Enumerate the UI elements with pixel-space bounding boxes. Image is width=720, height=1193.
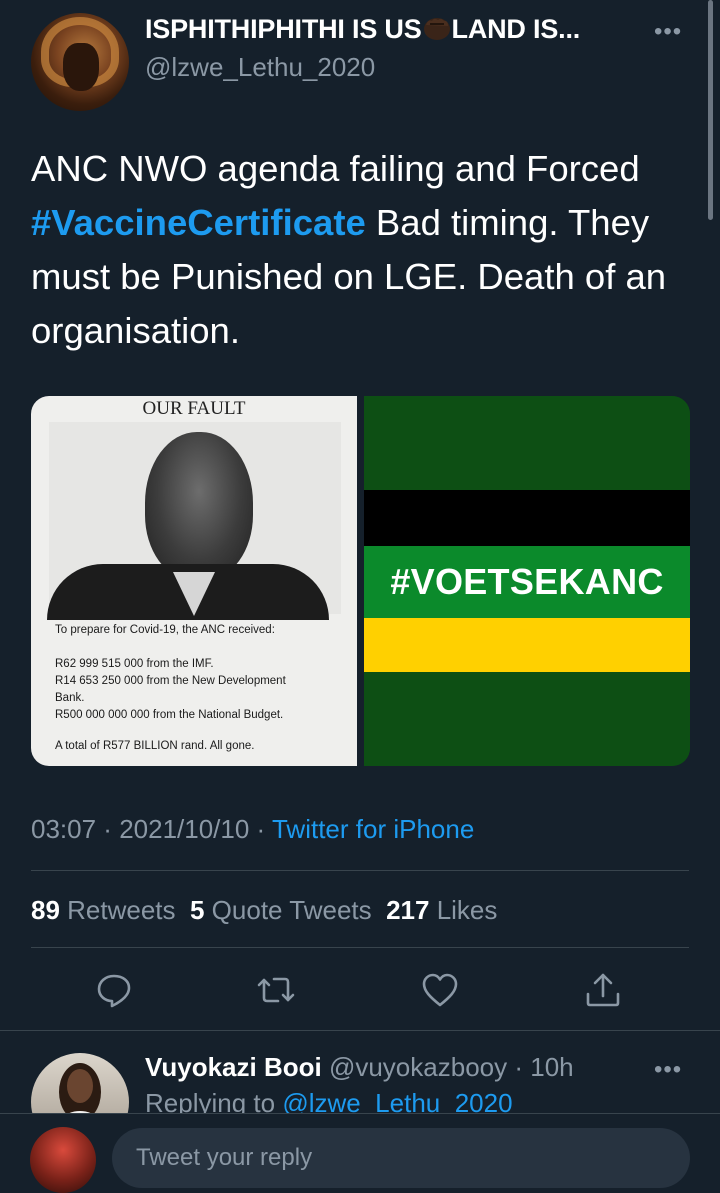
tweet-source-link[interactable]: Twitter for iPhone — [272, 814, 474, 844]
avatar-face — [63, 43, 99, 91]
reply-time: · 10h — [507, 1052, 574, 1082]
author-name-suffix: LAND IS... — [451, 14, 581, 44]
divider — [0, 1030, 720, 1031]
avatar-face — [67, 1069, 93, 1103]
composer-user-avatar[interactable] — [30, 1127, 96, 1193]
tweet-time: 03:07 — [31, 814, 97, 844]
reply-icon — [97, 974, 131, 1008]
author-name-text: ISPHITHIPHITHI IS US — [145, 14, 422, 44]
retweet-icon — [257, 977, 295, 1003]
flag-band-green-bottom — [364, 672, 690, 766]
image-caption-line: To prepare for Covid-19, the ANC receive… — [55, 624, 275, 636]
raised-fist-icon — [423, 18, 450, 40]
divider — [31, 947, 689, 948]
reply-input-placeholder: Tweet your reply — [136, 1144, 313, 1171]
meta-separator: · — [249, 814, 272, 844]
meta-separator: · — [96, 814, 120, 844]
retweets-label: Retweets — [59, 895, 176, 925]
reply-author-name: Vuyokazi Booi — [145, 1052, 322, 1082]
reply-more-options-icon[interactable]: ••• — [654, 1056, 682, 1084]
hashtag-banner: #VOETSEKANC — [364, 546, 690, 618]
author-name[interactable]: ISPHITHIPHITHI IS US LAND IS... — [145, 14, 580, 45]
quotes-count: 5 — [189, 895, 205, 925]
quotes-stat[interactable]: 5 Quote Tweets — [190, 895, 372, 925]
flag-band-black — [364, 490, 690, 546]
like-button[interactable] — [420, 970, 460, 1010]
portrait-head — [145, 432, 253, 580]
tweet-image-voetsekanc[interactable]: #VOETSEKANC — [364, 396, 690, 766]
retweet-button[interactable] — [256, 970, 296, 1010]
flag-band-green-top — [364, 396, 690, 490]
reply-button[interactable] — [94, 970, 134, 1010]
tweet-meta: 03:07 · 2021/10/10 · Twitter for iPhone — [31, 814, 474, 845]
tweet-image-our-fault[interactable]: OUR FAULT To prepare for Covid-19, the A… — [31, 396, 357, 766]
author-handle[interactable]: @lzwe_Lethu_2020 — [145, 52, 375, 83]
reply-input[interactable]: Tweet your reply — [112, 1128, 690, 1188]
likes-count: 217 — [386, 895, 430, 925]
retweets-count: 89 — [31, 895, 60, 925]
tweet-text: ANC NWO agenda failing and Forced #Vacci… — [31, 142, 691, 358]
retweets-stat[interactable]: 89 Retweets — [31, 895, 176, 925]
more-options-icon[interactable]: ••• — [654, 18, 682, 46]
image-caption-line: A total of R577 BILLION rand. All gone. — [55, 740, 255, 752]
image-caption-line: R14 653 250 000 from the New Development — [55, 675, 286, 687]
quotes-label: Quote Tweets — [204, 895, 372, 925]
tweet-date: 2021/10/10 — [119, 814, 250, 844]
divider — [31, 870, 689, 871]
like-icon — [422, 973, 458, 1007]
share-icon — [586, 973, 620, 1007]
image-caption-line: R62 999 515 000 from the IMF. — [55, 658, 214, 670]
share-button[interactable] — [583, 970, 623, 1010]
image-caption-line: Bank. — [55, 692, 85, 704]
reply-author-handle: @vuyokazbooy — [321, 1052, 508, 1082]
tweet-text-part1: ANC NWO agenda failing and Forced — [31, 148, 640, 189]
author-avatar[interactable] — [31, 13, 129, 111]
likes-stat[interactable]: 217 Likes — [386, 895, 497, 925]
hashtag-link[interactable]: #VaccineCertificate — [31, 202, 366, 243]
flag-band-gold — [364, 618, 690, 672]
likes-label: Likes — [429, 895, 498, 925]
image-caption-line: R500 000 000 000 from the National Budge… — [55, 709, 284, 721]
tweet-stats: 89 Retweets 5 Quote Tweets 217 Likes — [31, 895, 497, 926]
image-headline: OUR FAULT — [142, 398, 246, 419]
scrollbar[interactable] — [708, 0, 713, 220]
reply-header[interactable]: Vuyokazi Booi @vuyokazbooy · 10h — [145, 1052, 574, 1083]
portrait-photo — [47, 422, 341, 620]
